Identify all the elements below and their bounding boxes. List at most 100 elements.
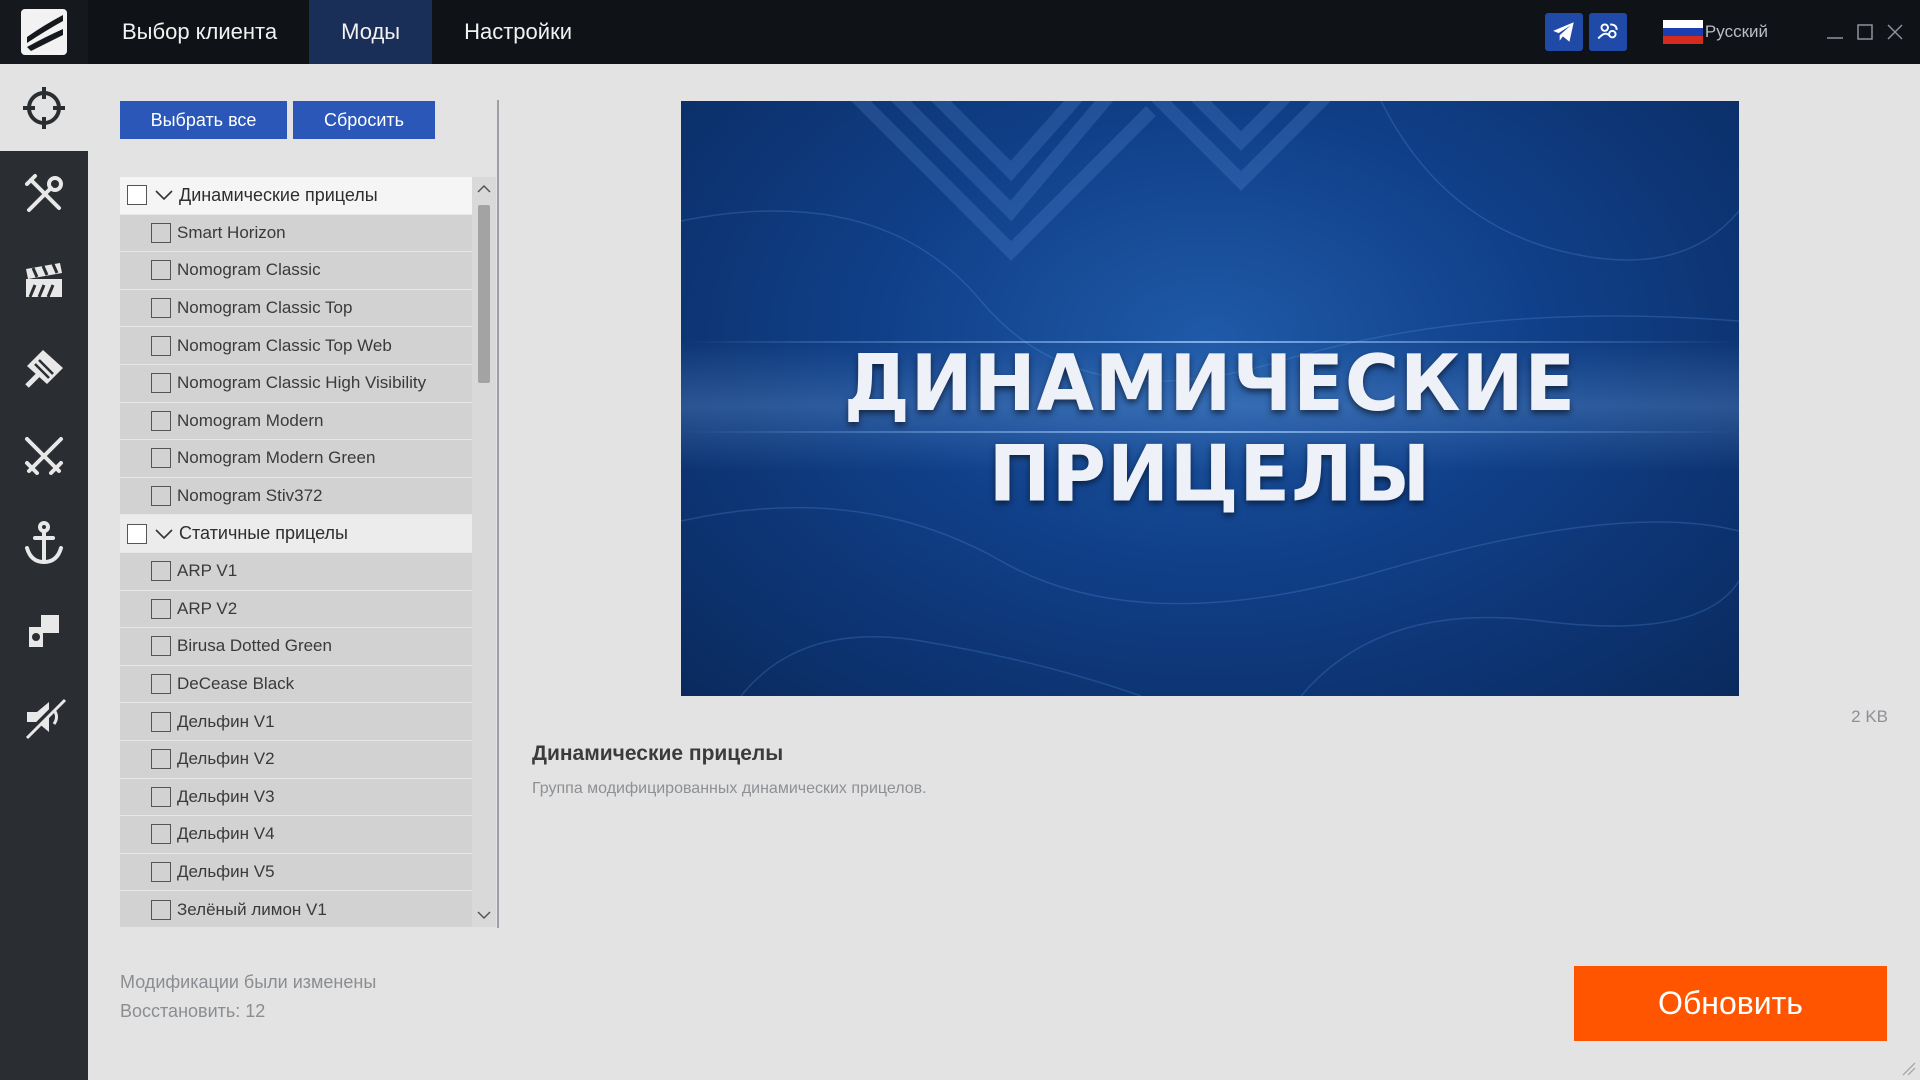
tree-item[interactable]: ARP V1 (120, 552, 472, 591)
item-checkbox[interactable] (151, 674, 171, 695)
language-label: Русский (1704, 22, 1768, 41)
maximize-icon (1857, 24, 1873, 40)
tab-settings[interactable]: Настройки (432, 0, 604, 64)
tree-item-label: Nomogram Classic High Visibility (177, 373, 427, 393)
item-checkbox[interactable] (151, 899, 171, 920)
tree-item-label: Nomogram Stiv372 (177, 486, 323, 506)
chevron-down-icon[interactable] (153, 523, 175, 545)
tree-item[interactable]: Дельфин V3 (120, 778, 472, 817)
panel-divider (497, 100, 499, 928)
clapperboard-icon (26, 262, 62, 298)
tree-scrollbar[interactable] (472, 177, 496, 927)
select-all-button[interactable]: Выбрать все (120, 101, 287, 139)
tree-item-label: Smart Horizon (177, 222, 286, 242)
item-checkbox[interactable] (151, 561, 171, 582)
item-checkbox[interactable] (151, 373, 171, 394)
group-checkbox[interactable] (127, 523, 147, 544)
scroll-up-button[interactable] (472, 177, 496, 201)
scroll-thumb[interactable] (478, 205, 490, 383)
sidebar-item-tools[interactable] (0, 151, 88, 238)
tree-item[interactable]: ARP V2 (120, 590, 472, 629)
flag-icon (25, 349, 63, 388)
sidebar-item-battle[interactable] (0, 412, 88, 499)
chevron-down-icon (477, 911, 491, 920)
item-checkbox[interactable] (151, 636, 171, 657)
tree-item[interactable]: Smart Horizon (120, 214, 472, 253)
tree-item[interactable]: Дельфин V1 (120, 703, 472, 741)
sidebar-item-ships[interactable] (0, 499, 88, 586)
tree-item[interactable]: Nomogram Classic Top Web (120, 327, 472, 365)
tree-item[interactable]: Nomogram Classic High Visibility (120, 364, 472, 403)
tree-item-label: ARP V2 (177, 598, 238, 618)
close-button[interactable] (1880, 17, 1910, 47)
item-checkbox[interactable] (151, 786, 171, 807)
update-button[interactable]: Обновить (1574, 966, 1887, 1041)
app-logo (0, 0, 88, 64)
item-checkbox[interactable] (151, 861, 171, 882)
sidebar-item-addons[interactable] (0, 586, 88, 673)
status-message: Модификации были изменены Восстановить: … (120, 968, 376, 1026)
item-checkbox[interactable] (151, 335, 171, 356)
group-checkbox[interactable] (127, 185, 147, 206)
tree-item-label: Дельфин V2 (177, 749, 275, 769)
tab-client-select[interactable]: Выбор клиента (88, 0, 309, 64)
minimize-icon (1827, 37, 1843, 39)
item-checkbox[interactable] (151, 222, 171, 243)
item-checkbox[interactable] (151, 824, 171, 845)
chevron-down-icon[interactable] (153, 184, 175, 206)
tree-item[interactable]: Nomogram Classic (120, 252, 472, 290)
tree-group[interactable]: Динамические прицелы (120, 177, 472, 215)
sidebar-item-sights[interactable] (0, 64, 88, 151)
tree-item[interactable]: Зелёный лимон V1 (120, 891, 472, 927)
tree-item[interactable]: Nomogram Stiv372 (120, 477, 472, 516)
mods-tree: Динамические прицелы Smart Horizon Nomogra… (120, 177, 472, 927)
mods-tree-list: Динамические прицелы Smart Horizon Nomogra… (120, 177, 472, 927)
item-checkbox[interactable] (151, 410, 171, 431)
tree-item[interactable]: Дельфин V5 (120, 853, 472, 892)
tree-item[interactable]: Nomogram Classic Top (120, 289, 472, 328)
tree-item[interactable]: Nomogram Modern (120, 402, 472, 441)
tree-item[interactable]: Birusa Dotted Green (120, 628, 472, 666)
tree-item-label: Nomogram Modern Green (177, 448, 376, 468)
logo-icon (21, 9, 67, 55)
tree-group[interactable]: Статичные прицелы (120, 515, 472, 553)
scroll-down-button[interactable] (472, 903, 496, 927)
tree-item-label: Зелёный лимон V1 (177, 899, 327, 919)
item-checkbox[interactable] (151, 298, 171, 319)
tree-item-label: Nomogram Modern (177, 410, 324, 430)
tree-item[interactable]: Nomogram Modern Green (120, 440, 472, 478)
item-checkbox[interactable] (151, 711, 171, 732)
telegram-button[interactable] (1544, 13, 1583, 51)
community-button[interactable] (1588, 13, 1627, 51)
item-checkbox[interactable] (151, 486, 171, 507)
chevron-up-icon (477, 184, 491, 193)
russia-flag-icon (1662, 20, 1703, 44)
sidebar-item-media[interactable] (0, 238, 88, 325)
item-checkbox[interactable] (151, 260, 171, 281)
sidebar (0, 64, 88, 1080)
status-line-restore: Восстановить: 12 (120, 1001, 266, 1021)
tree-item-label: ARP V1 (177, 561, 238, 581)
tree-item[interactable]: Дельфин V2 (120, 740, 472, 779)
speaker-mute-icon (23, 696, 67, 739)
top-right-controls: Русский (1544, 0, 1920, 64)
tree-item[interactable]: DeCease Black (120, 665, 472, 704)
tools-icon (25, 173, 63, 212)
maximize-button[interactable] (1850, 17, 1880, 47)
sidebar-item-flags[interactable] (0, 325, 88, 412)
close-icon (1887, 24, 1903, 40)
reset-button[interactable]: Сбросить (293, 101, 435, 139)
language-selector[interactable]: Русский (1662, 20, 1768, 44)
telegram-icon (1553, 22, 1574, 42)
window-controls (1820, 17, 1910, 47)
item-checkbox[interactable] (151, 598, 171, 619)
sidebar-item-sound[interactable] (0, 673, 88, 760)
tree-item-label: Дельфин V3 (177, 786, 275, 806)
item-checkbox[interactable] (151, 749, 171, 770)
tab-mods[interactable]: Моды (309, 0, 433, 64)
minimize-button[interactable] (1820, 17, 1850, 47)
tree-item[interactable]: Дельфин V4 (120, 816, 472, 854)
puzzle-icon (29, 614, 59, 647)
item-checkbox[interactable] (151, 448, 171, 469)
resize-grip-icon[interactable] (1902, 1062, 1916, 1076)
